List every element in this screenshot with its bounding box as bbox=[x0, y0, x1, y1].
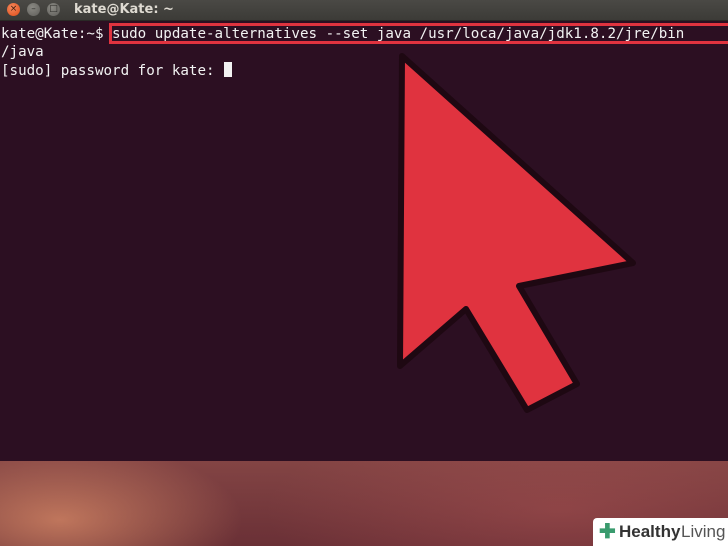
plus-icon: ✚ bbox=[599, 521, 616, 543]
arrow-pointer-icon bbox=[397, 53, 636, 413]
watermark-brand: Healthy bbox=[619, 522, 681, 541]
watermark-sub: Living bbox=[681, 522, 726, 541]
watermark-badge: ✚ Healthy Living bbox=[593, 518, 728, 546]
